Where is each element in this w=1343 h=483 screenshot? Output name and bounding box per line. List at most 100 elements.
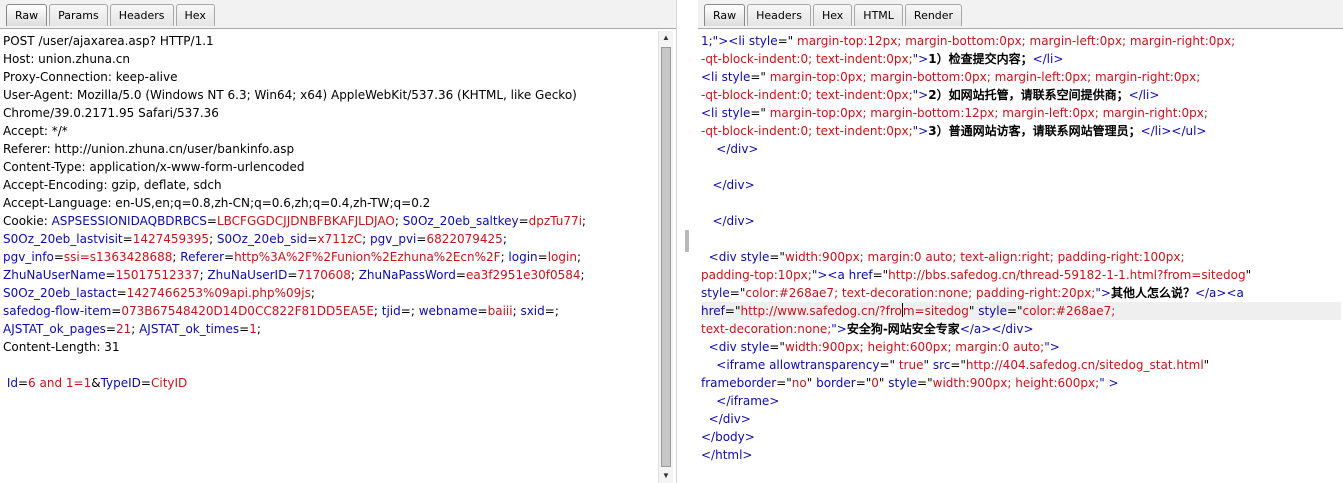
response-text-segment: </body>	[701, 430, 755, 444]
request-text-segment: 15017512337	[115, 268, 200, 282]
down-arrow-icon[interactable]: ▼	[659, 469, 673, 483]
response-line: -qt-block-indent:0; text-indent:0px;">3）…	[701, 122, 1341, 140]
request-tab-raw[interactable]: Raw	[6, 4, 48, 26]
request-text-segment: safedog-flow-item	[3, 304, 112, 318]
request-text-segment: Referer	[180, 250, 225, 264]
response-tab-render[interactable]: Render	[904, 4, 963, 26]
response-text-segment: ="	[950, 358, 966, 372]
response-text-segment: width:900px; height:600px; margin:0 auto…	[784, 340, 1045, 354]
response-text-segment: style	[701, 286, 730, 300]
request-text-segment: 1427466253%09api.php%09js	[126, 286, 311, 300]
request-line: Content-Type: application/x-www-form-url…	[3, 158, 655, 176]
response-text-segment: ="	[724, 304, 741, 318]
request-line: Referer: http://union.zhuna.cn/user/bank…	[3, 140, 655, 158]
request-line: Id=6 and 1=1&TypeID=CityID	[3, 374, 655, 392]
response-text-segment: 其他人怎么说？	[1110, 286, 1195, 300]
response-text-segment: style	[721, 70, 751, 84]
response-line: <div style="width:900px; height:600px; m…	[701, 338, 1341, 356]
response-line: </div>	[701, 212, 1341, 230]
response-line: </div>	[701, 140, 1341, 158]
request-line: pgv_info=ssi=s1363428688; Referer=http%3…	[3, 248, 655, 266]
request-text-segment: ssi=s1363428688	[63, 250, 173, 264]
response-text-segment: <li	[701, 70, 718, 84]
response-text-segment: ="	[777, 34, 794, 48]
response-tab-html[interactable]: HTML	[854, 4, 903, 26]
response-tabs: Raw Headers Hex HTML Render	[704, 4, 964, 26]
request-text-segment: =	[477, 304, 488, 318]
response-line: href="http://www.safedog.cn/?from=sitedo…	[701, 302, 1341, 320]
request-tab-params[interactable]: Params	[49, 4, 108, 26]
request-text-segment: ZhuNaPassWord	[358, 268, 456, 282]
request-text-segment: ;	[131, 322, 140, 336]
response-text-segment: frameborder	[701, 376, 777, 390]
response-text-segment: ">	[912, 52, 929, 66]
request-tabs: Raw Params Headers Hex	[6, 4, 217, 26]
request-text-segment: Accept-Language: en-US,en;q=0.8,zh-CN;q=…	[3, 196, 431, 210]
request-line: Accept: */*	[3, 122, 655, 140]
request-text-segment: =	[116, 286, 127, 300]
response-tab-hex[interactable]: Hex	[812, 4, 853, 26]
response-text-segment: src	[932, 358, 951, 372]
up-arrow-icon[interactable]: ▲	[659, 31, 673, 45]
scrollbar-thumb[interactable]	[661, 47, 671, 467]
response-text-segment: width:900px; height:600px;	[932, 376, 1100, 390]
request-text-segment: ;	[502, 232, 507, 246]
response-text-segment: "	[806, 376, 817, 390]
response-text-segment: <	[728, 34, 739, 48]
request-line: Content-Length: 31	[3, 338, 655, 356]
response-text-segment: ">	[811, 268, 828, 282]
response-text-segment	[701, 214, 712, 228]
request-text-segment: CityID	[150, 376, 188, 390]
response-text-segment: "	[1203, 358, 1210, 372]
request-text-segment: Id	[6, 376, 18, 390]
request-text-segment: ;	[394, 214, 403, 228]
request-text-segment: =	[287, 268, 298, 282]
response-text-segment: " >	[1099, 376, 1119, 390]
response-line: </body>	[701, 428, 1341, 446]
request-text-segment: ;	[373, 304, 382, 318]
response-tab-bar: Raw Headers Hex HTML Render	[698, 0, 1343, 29]
response-text-segment: <a	[827, 268, 845, 282]
request-text-segment: x711zC	[317, 232, 363, 246]
request-text-segment: =	[224, 250, 235, 264]
response-line: text-decoration:none;">安全狗-网站安全专家</a></d…	[701, 320, 1341, 338]
response-text-segment	[701, 178, 712, 192]
response-line	[701, 230, 1341, 248]
request-line: S0Oz_20eb_lastact=1427466253%09api.php%0…	[3, 284, 655, 302]
response-text-segment: "	[968, 304, 979, 318]
response-text-segment: <li	[701, 106, 718, 120]
response-text-segment: li	[738, 34, 745, 48]
response-tab-raw[interactable]: Raw	[704, 4, 746, 26]
response-editor[interactable]: 1;"><li style=" margin-top:12px; margin-…	[701, 32, 1341, 483]
response-text-segment: 3）普通网站访客，请联系网站管理员；	[928, 124, 1141, 138]
request-line: Cookie: ASPSESSIONIDAQBDRBCS=LBCFGGDCJJD…	[3, 212, 655, 230]
response-text-segment: style	[740, 250, 770, 264]
pane-splitter[interactable]	[676, 0, 699, 483]
response-text-segment: color:#268ae7;	[1022, 304, 1116, 318]
request-text-segment: S0Oz_20eb_sid	[216, 232, 308, 246]
response-line: <li style=" margin-top:0px; margin-botto…	[701, 104, 1341, 122]
response-text-segment: color:#268ae7; text-decoration:none; pad…	[745, 286, 1096, 300]
response-line	[701, 158, 1341, 176]
grip-icon[interactable]	[685, 230, 689, 252]
request-text-segment: webname	[418, 304, 478, 318]
response-text-segment: style	[721, 106, 751, 120]
response-tab-headers[interactable]: Headers	[747, 4, 811, 26]
request-line: User-Agent: Mozilla/5.0 (Windows NT 6.3;…	[3, 86, 655, 104]
response-text-segment: ="	[1006, 304, 1023, 318]
response-text-segment: href	[848, 268, 873, 282]
request-text-segment: =	[239, 322, 250, 336]
response-text-segment: ="	[769, 250, 785, 264]
request-vertical-scrollbar[interactable]: ▲ ▼	[658, 31, 673, 483]
request-text-segment: Proxy-Connection: keep-alive	[3, 70, 178, 84]
request-line	[3, 356, 655, 374]
request-line: Proxy-Connection: keep-alive	[3, 68, 655, 86]
request-editor[interactable]: POST /user/ajaxarea.asp? HTTP/1.1 Host: u…	[3, 32, 655, 483]
response-text-segment: margin-top:0px; margin-bottom:0px; margi…	[765, 70, 1201, 84]
request-text-segment: =	[105, 268, 116, 282]
request-text-segment: 1	[249, 322, 257, 336]
request-tab-headers[interactable]: Headers	[109, 4, 174, 26]
request-tab-hex[interactable]: Hex	[175, 4, 215, 26]
request-line: POST /user/ajaxarea.asp? HTTP/1.1	[3, 32, 655, 50]
response-text-segment: ="	[879, 358, 896, 372]
